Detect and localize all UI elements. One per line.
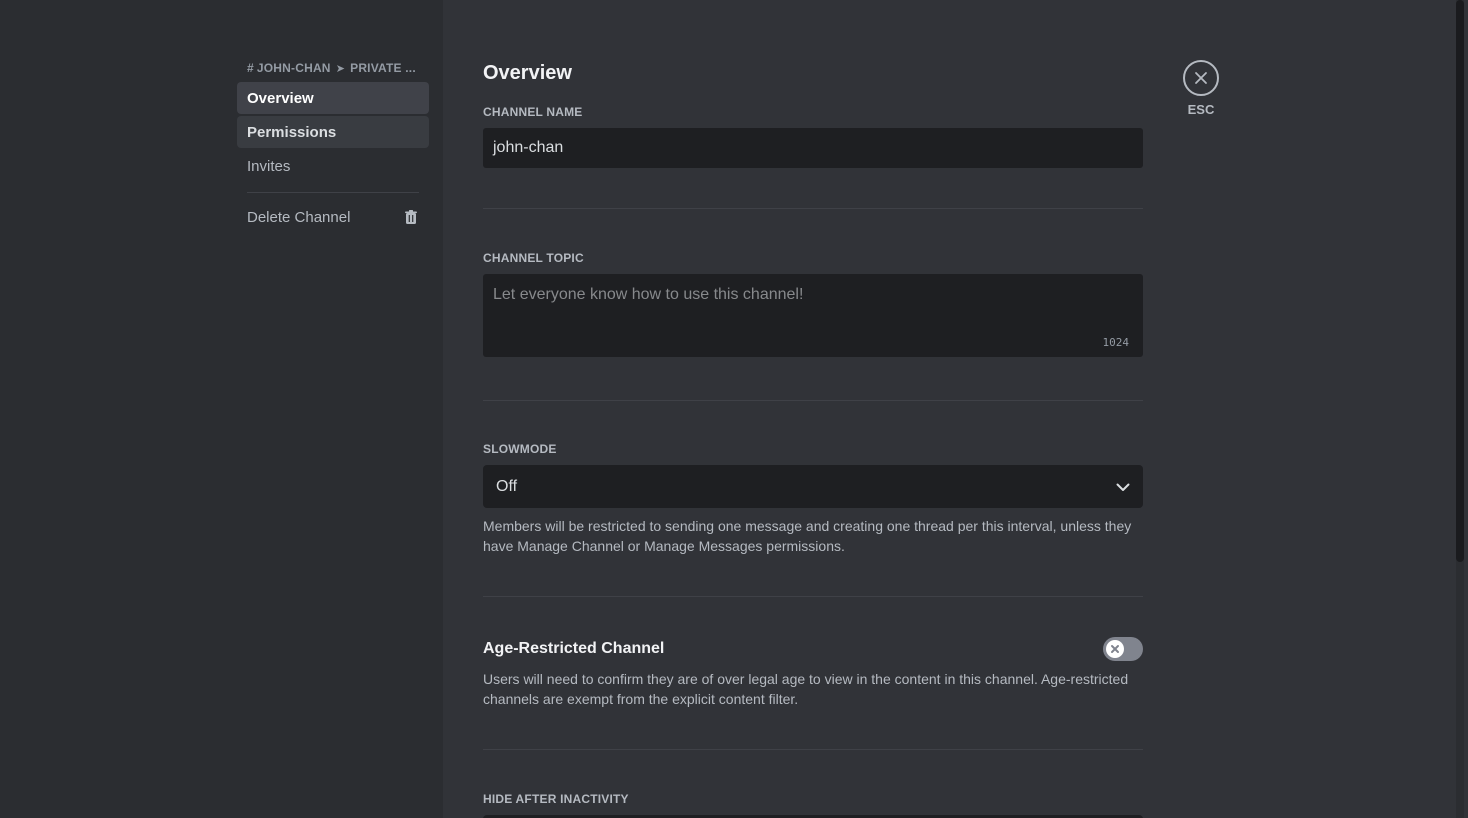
sidebar-item-label: Invites: [247, 157, 291, 175]
slowmode-select[interactable]: Off: [483, 465, 1143, 508]
breadcrumb-category: PRIVATE ...: [350, 61, 416, 75]
sidebar-item-label: Overview: [247, 89, 314, 107]
char-count: 1024: [1102, 336, 1130, 349]
chevron-down-icon: [1115, 479, 1131, 495]
sidebar-item-overview[interactable]: Overview: [237, 82, 429, 114]
section-divider: [483, 400, 1143, 401]
age-restricted-toggle[interactable]: [1103, 637, 1143, 661]
channel-topic-placeholder: Let everyone know how to use this channe…: [493, 286, 804, 303]
channel-topic-textarea[interactable]: Let everyone know how to use this channe…: [483, 274, 1143, 357]
delete-channel-button[interactable]: Delete Channel: [237, 201, 429, 233]
channel-name-input[interactable]: john-chan: [483, 128, 1143, 168]
sidebar-item-permissions[interactable]: Permissions: [237, 116, 429, 148]
channel-topic-label: CHANNEL TOPIC: [483, 251, 584, 265]
channel-name-value: john-chan: [493, 139, 564, 156]
close-settings: ESC: [1183, 60, 1219, 117]
section-divider: [483, 749, 1143, 750]
chevron-right-icon: ➤: [335, 62, 346, 75]
slowmode-label: SLOWMODE: [483, 442, 557, 456]
age-restricted-row: Age-Restricted Channel: [483, 637, 1143, 661]
overview-content: Overview CHANNEL NAME john-chan CHANNEL …: [483, 60, 1143, 818]
esc-label: ESC: [1187, 102, 1215, 117]
slowmode-value: Off: [496, 477, 518, 495]
trash-icon: [403, 209, 419, 225]
close-icon: [1111, 645, 1119, 653]
slowmode-help: Members will be restricted to sending on…: [483, 518, 1132, 554]
sidebar-nav: # JOHN-CHAN ➤ PRIVATE ... Overview Permi…: [237, 60, 429, 233]
section-divider: [483, 596, 1143, 597]
section-divider: [483, 208, 1143, 209]
close-button[interactable]: [1183, 60, 1219, 96]
page-title: Overview: [483, 62, 572, 84]
close-icon: [1195, 72, 1207, 84]
breadcrumb-channel: JOHN-CHAN: [256, 61, 331, 75]
settings-sidebar: # JOHN-CHAN ➤ PRIVATE ... Overview Permi…: [0, 0, 443, 818]
age-restricted-help: Users will need to confirm they are of o…: [483, 671, 1129, 707]
hide-after-inactivity-label: HIDE AFTER INACTIVITY: [483, 792, 629, 806]
sidebar-divider: [247, 192, 419, 193]
toggle-knob: [1106, 640, 1124, 658]
age-restricted-title: Age-Restricted Channel: [483, 640, 665, 657]
sidebar-item-label: Permissions: [247, 123, 337, 141]
breadcrumb: # JOHN-CHAN ➤ PRIVATE ...: [237, 60, 429, 76]
channel-name-label: CHANNEL NAME: [483, 105, 583, 119]
delete-channel-label: Delete Channel: [247, 208, 351, 226]
scrollbar-thumb[interactable]: [1456, 0, 1464, 562]
hashtag-lock-icon: #: [247, 61, 254, 75]
sidebar-item-invites[interactable]: Invites: [237, 150, 429, 182]
